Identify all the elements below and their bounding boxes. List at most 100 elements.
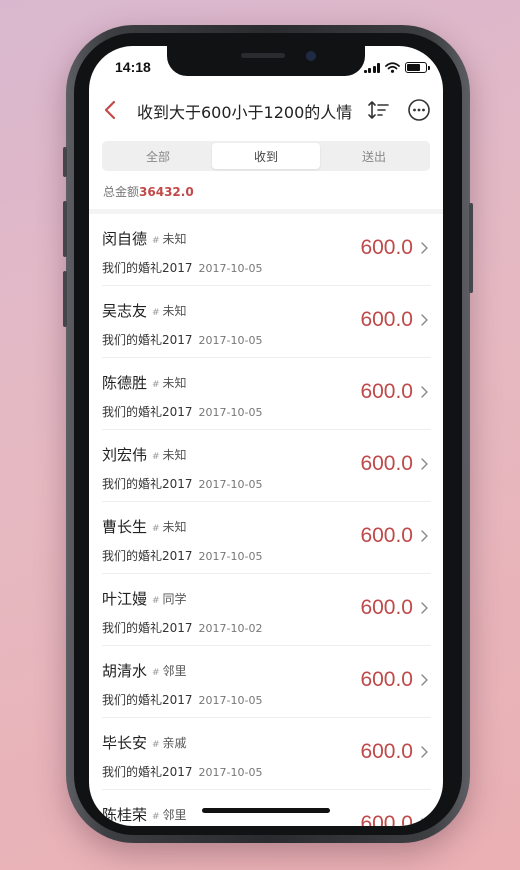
hash-icon: # [152,380,160,390]
chevron-right-icon [421,674,428,686]
home-indicator[interactable] [202,808,330,813]
record-tag-text: 亲戚 [162,736,187,750]
record-event: 我们的婚礼2017 2017-10-05 [102,475,262,492]
record-event: 我们的婚礼2017 2017-10-05 [102,403,262,420]
record-tag: # 未知 [152,518,187,535]
app-screen: 14:18 收到大于600小于1200的人情 全部 收到 送出 总金额36432… [89,46,443,826]
record-date: 2017-10-05 [198,334,263,347]
mute-switch [63,147,67,177]
record-event-name: 我们的婚礼2017 [102,621,193,635]
record-name: 陈桂荣 [102,806,148,824]
list-item[interactable]: 吴志友 # 未知 我们的婚礼2017 2017-10-05 600.0 [102,286,431,358]
record-name: 胡清水 [102,662,148,680]
record-event: 我们的婚礼2017 2017-10-05 [102,763,262,780]
wifi-icon [385,62,400,73]
record-event-name: 我们的婚礼2017 [102,261,193,275]
record-event-name: 我们的婚礼2017 [102,477,193,491]
record-event: 我们的婚礼2017 2017-10-05 [102,259,262,276]
status-time: 14:18 [115,59,151,75]
list-item[interactable]: 胡清水 # 邻里 我们的婚礼2017 2017-10-05 600.0 [102,646,431,718]
battery-icon [405,62,430,73]
list-item[interactable]: 刘宏伟 # 未知 我们的婚礼2017 2017-10-05 600.0 [102,430,431,502]
more-icon[interactable] [407,98,431,122]
record-tag-text: 未知 [162,448,187,462]
list-item[interactable]: 叶江嫚 # 同学 我们的婚礼2017 2017-10-02 600.0 [102,574,431,646]
notch [167,46,365,76]
status-icons [363,62,430,73]
record-date: 2017-10-05 [198,766,263,779]
record-name: 陈德胜 [102,374,148,392]
hash-icon: # [152,308,160,318]
record-tag-text: 邻里 [162,664,187,678]
record-tag: # 同学 [152,590,187,607]
record-name: 吴志友 [102,302,148,320]
record-tag-text: 未知 [162,520,187,534]
record-tag: # 邻里 [152,662,187,679]
volume-up-button [63,201,67,257]
record-amount: 600.0 [360,452,413,475]
record-amount: 600.0 [360,308,413,331]
chevron-right-icon [421,530,428,542]
hash-icon: # [152,452,160,462]
record-amount: 600.0 [360,236,413,259]
front-camera [306,51,316,61]
record-name: 刘宏伟 [102,446,148,464]
chevron-right-icon [421,242,428,254]
record-event-name: 我们的婚礼2017 [102,333,193,347]
hash-icon: # [152,812,160,822]
volume-down-button [63,271,67,327]
record-name: 闵自德 [102,230,148,248]
hash-icon: # [152,236,160,246]
record-tag-text: 同学 [162,592,187,606]
record-name: 叶江嫚 [102,590,148,608]
list-item[interactable]: 毕长安 # 亲戚 我们的婚礼2017 2017-10-05 600.0 [102,718,431,790]
page-title: 收到大于600小于1200的人情 [137,103,353,122]
record-date: 2017-10-05 [198,694,263,707]
record-tag: # 未知 [152,230,187,247]
sort-icon[interactable] [367,98,391,122]
filter-tabs: 全部 收到 送出 [102,141,430,171]
record-tag-text: 未知 [162,376,187,390]
tab-all[interactable]: 全部 [104,143,212,169]
hash-icon: # [152,740,160,750]
record-date: 2017-10-05 [198,406,263,419]
signal-icon [363,62,380,73]
total-amount: 36432.0 [139,185,194,199]
record-amount: 600.0 [360,380,413,403]
record-tag: # 未知 [152,446,187,463]
record-amount: 600.0 [360,596,413,619]
record-event: 我们的婚礼2017 2017-10-05 [102,691,262,708]
list-item[interactable]: 曹长生 # 未知 我们的婚礼2017 2017-10-05 600.0 [102,502,431,574]
list-item[interactable]: 闵自德 # 未知 我们的婚礼2017 2017-10-05 600.0 [102,214,431,286]
record-tag-text: 未知 [162,304,187,318]
list-item[interactable]: 陈德胜 # 未知 我们的婚礼2017 2017-10-05 600.0 [102,358,431,430]
record-event-name: 我们的婚礼2017 [102,549,193,563]
record-event-name: 我们的婚礼2017 [102,405,193,419]
record-event: 我们的婚礼2017 2017-10-05 [102,331,262,348]
speaker-grille [241,53,285,58]
chevron-right-icon [421,818,428,826]
tab-sent[interactable]: 送出 [320,143,428,169]
record-tag: # 未知 [152,374,187,391]
record-tag: # 邻里 [152,806,187,823]
record-event-name: 我们的婚礼2017 [102,765,193,779]
chevron-right-icon [421,458,428,470]
chevron-left-icon[interactable] [99,98,123,122]
record-event: 我们的婚礼2017 2017-10-02 [102,619,262,636]
record-date: 2017-10-02 [198,622,263,635]
hash-icon: # [152,524,160,534]
record-tag: # 未知 [152,302,187,319]
record-tag-text: 未知 [162,232,187,246]
power-button [469,203,473,293]
record-amount: 600.0 [360,668,413,691]
record-list: 闵自德 # 未知 我们的婚礼2017 2017-10-05 600.0 吴志友 # 未… [89,214,443,826]
record-event-name: 我们的婚礼2017 [102,693,193,707]
record-event: 我们的婚礼2017 2017-10-05 [102,547,262,564]
nav-bar: 收到大于600小于1200的人情 [89,90,443,130]
hash-icon: # [152,668,160,678]
record-tag: # 亲戚 [152,734,187,751]
chevron-right-icon [421,314,428,326]
tab-received[interactable]: 收到 [212,143,320,169]
record-tag-text: 邻里 [162,808,187,822]
record-name: 曹长生 [102,518,148,536]
